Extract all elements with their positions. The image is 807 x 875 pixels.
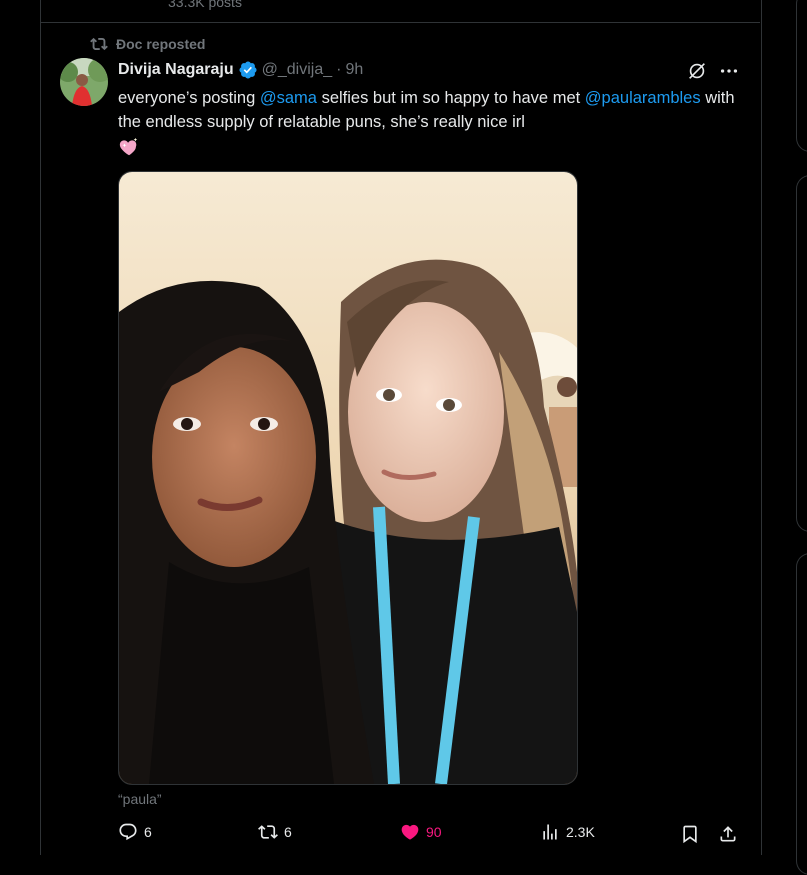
views-button[interactable]: 2.3K bbox=[540, 822, 595, 842]
author-handle[interactable]: @_divija_ bbox=[262, 61, 333, 79]
sparkling-heart-icon bbox=[119, 137, 138, 156]
author-name[interactable]: Divija Nagaraju bbox=[118, 61, 234, 79]
grok-icon[interactable] bbox=[686, 60, 708, 82]
sidebar-card bbox=[796, 553, 807, 875]
verified-badge-icon[interactable] bbox=[238, 60, 258, 80]
sidebar-card bbox=[796, 0, 807, 152]
sidebar-card bbox=[796, 175, 807, 532]
repost-button[interactable]: 6 bbox=[258, 822, 292, 842]
like-count: 90 bbox=[426, 824, 442, 840]
repost-icon bbox=[90, 37, 108, 51]
post-time[interactable]: 9h bbox=[345, 61, 363, 79]
views-count: 2.3K bbox=[566, 824, 595, 840]
repost-label: Đoc reposted bbox=[116, 36, 206, 52]
mention-sama[interactable]: @sama bbox=[260, 89, 317, 107]
post-text-segment: everyone’s posting bbox=[118, 89, 260, 107]
post-photo[interactable] bbox=[118, 171, 578, 785]
image-alt-text[interactable]: “paula” bbox=[118, 791, 162, 807]
reply-icon bbox=[119, 823, 137, 841]
mention-paularambles[interactable]: @paularambles bbox=[585, 89, 701, 107]
repost-count: 6 bbox=[284, 824, 292, 840]
bookmark-icon[interactable] bbox=[680, 824, 700, 844]
repost-indicator[interactable]: Đoc reposted bbox=[90, 35, 205, 53]
post-actions: 6 6 90 2.3K bbox=[118, 822, 742, 850]
share-icon[interactable] bbox=[718, 824, 738, 844]
more-icon[interactable] bbox=[718, 60, 740, 82]
repost-icon bbox=[258, 825, 278, 839]
post-text: everyone’s posting @sama selfies but im … bbox=[118, 86, 738, 134]
reply-count: 6 bbox=[144, 824, 152, 840]
avatar[interactable] bbox=[60, 58, 108, 106]
like-button[interactable]: 90 bbox=[400, 822, 442, 842]
separator-dot: · bbox=[336, 61, 342, 78]
post-text-segment: selfies but im so happy to have met bbox=[316, 89, 585, 107]
reply-button[interactable]: 6 bbox=[118, 822, 152, 842]
like-icon bbox=[401, 824, 419, 840]
post-header: Divija Nagaraju @_divija_ · 9h bbox=[118, 60, 363, 80]
views-icon bbox=[543, 824, 557, 840]
